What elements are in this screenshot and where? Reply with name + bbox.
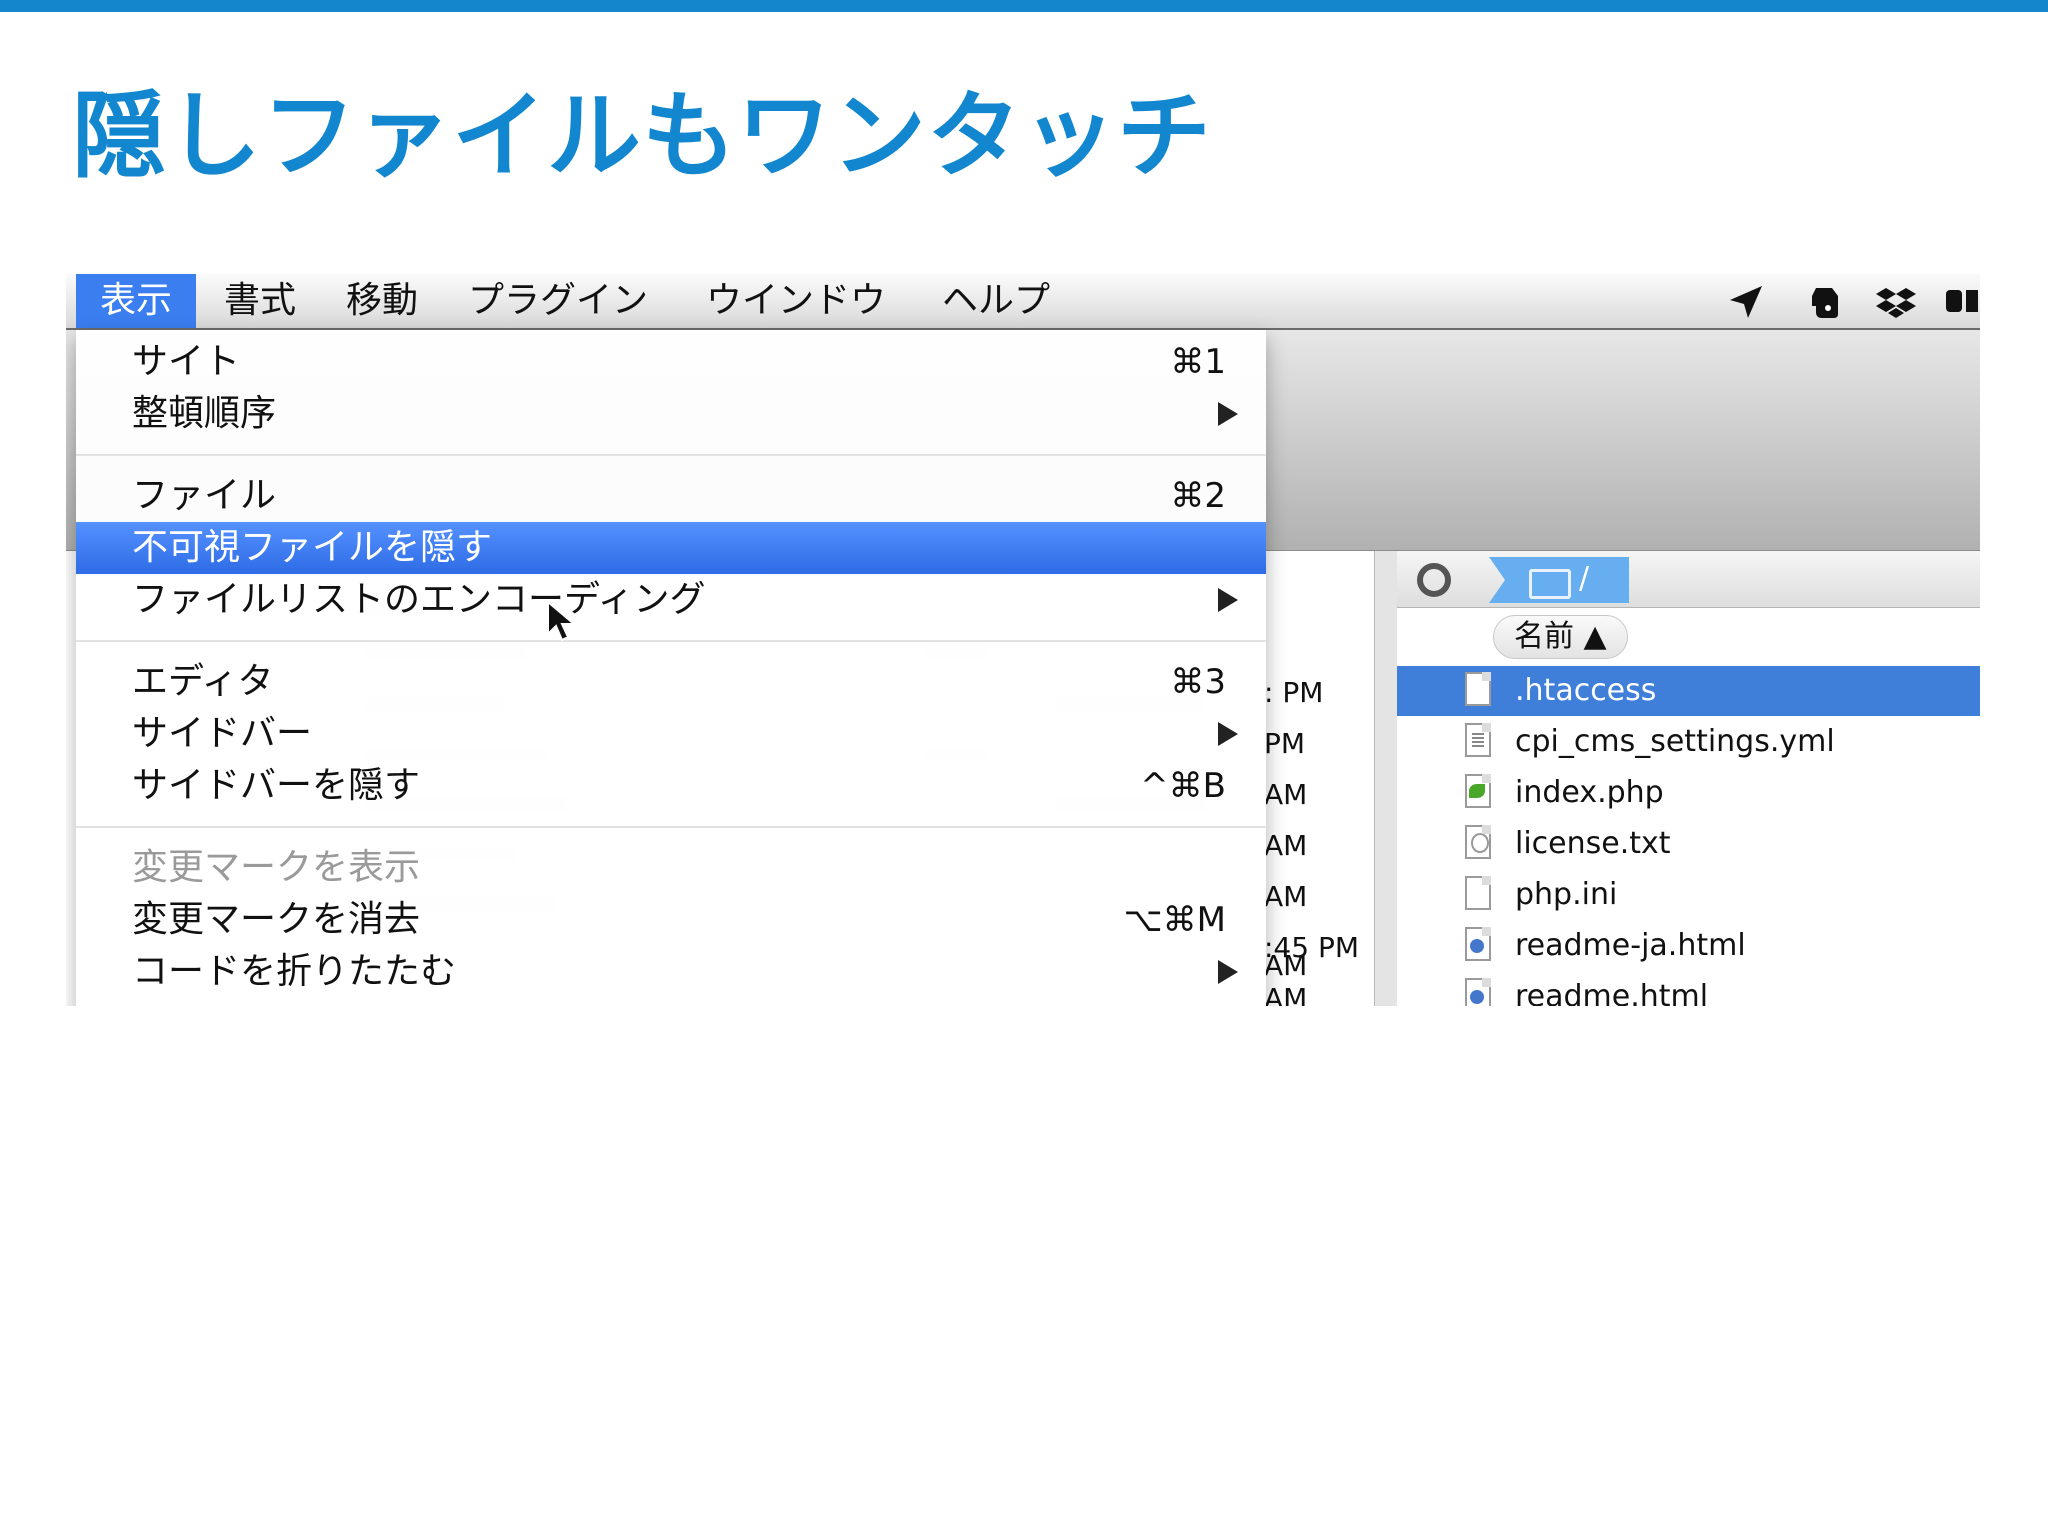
dropbox-icon[interactable] xyxy=(1876,282,1916,322)
file-name: index.php xyxy=(1515,775,1664,810)
right-file-pane: / 名前 ▲ .htaccess cpi_cms_settings.yml in… xyxy=(1397,551,1980,1006)
timestamp: AM xyxy=(1264,982,1308,1006)
generic-file-icon xyxy=(1465,876,1491,910)
pane-splitter[interactable] xyxy=(1374,551,1398,1006)
menu-item-site[interactable]: サイト ⌘1 xyxy=(76,336,1266,388)
menu-window[interactable]: ウインドウ xyxy=(682,274,910,328)
file-row[interactable]: license.txt xyxy=(1397,819,1980,869)
menu-separator xyxy=(76,640,1266,642)
menu-item-shortcut: ^⌘B xyxy=(1140,766,1226,806)
file-row[interactable]: .htaccess xyxy=(1397,666,1980,716)
menu-plugins[interactable]: プラグイン xyxy=(444,274,672,328)
menu-item-shortcut: ⌘3 xyxy=(1170,662,1226,702)
txt-file-icon xyxy=(1465,825,1491,859)
yml-file-icon xyxy=(1465,723,1491,757)
menubar: 表示 書式 移動 プラグイン ウインドウ ヘルプ xyxy=(66,274,1980,330)
name-column-header[interactable]: 名前 ▲ xyxy=(1493,615,1628,659)
slide-title: 隠しファイルもワンタッチ xyxy=(72,82,1213,191)
menu-go[interactable]: 移動 xyxy=(322,274,442,328)
menu-format[interactable]: 書式 xyxy=(200,274,320,328)
history-icon[interactable] xyxy=(1417,563,1451,597)
html-file-icon xyxy=(1465,927,1491,961)
timestamp: AM xyxy=(1264,880,1308,913)
location-arrow-icon[interactable] xyxy=(1726,282,1766,322)
menu-item-label: エディタ xyxy=(132,661,274,702)
file-name: readme-ja.html xyxy=(1515,928,1746,963)
menu-item-clear-change-marks[interactable]: 変更マークを消去 ⌥⌘M xyxy=(76,894,1266,946)
submenu-arrow-icon xyxy=(1218,402,1238,426)
menu-item-label: サイト xyxy=(132,341,241,382)
html-file-icon xyxy=(1465,978,1491,1006)
file-row[interactable]: cpi_cms_settings.yml xyxy=(1397,717,1980,767)
menu-item-label: サイドバーを隠す xyxy=(132,765,421,806)
menu-item-sort-order[interactable]: 整頓順序 xyxy=(76,388,1266,440)
submenu-arrow-icon xyxy=(1218,960,1238,984)
menu-item-label: 変更マークを表示 xyxy=(132,847,421,888)
menu-item-label: ファイルリストのエンコーディング xyxy=(132,579,706,620)
path-bar: / xyxy=(1397,551,1980,608)
menu-item-hide-sidebar[interactable]: サイドバーを隠す ^⌘B xyxy=(76,760,1266,812)
file-name: license.txt xyxy=(1515,826,1671,861)
menu-item-shortcut: ⌥⌘M xyxy=(1123,900,1226,940)
menu-separator xyxy=(76,454,1266,456)
menu-item-label: 変更マークを消去 xyxy=(132,899,421,940)
submenu-arrow-icon xyxy=(1218,722,1238,746)
menu-help[interactable]: ヘルプ xyxy=(918,274,1074,328)
file-row[interactable]: readme.html xyxy=(1397,972,1980,1006)
menu-item-label: 整頓順序 xyxy=(132,393,277,434)
slide-top-bar xyxy=(0,0,2048,12)
file-name: php.ini xyxy=(1515,877,1618,912)
menu-item-sidebar[interactable]: サイドバー xyxy=(76,708,1266,760)
mouse-cursor-icon xyxy=(547,600,577,642)
evernote-icon[interactable] xyxy=(1806,282,1846,322)
menu-item-label: サイドバー xyxy=(132,713,313,754)
menu-item-fold-code[interactable]: コードを折りたたむ xyxy=(76,946,1266,998)
extra-icon[interactable] xyxy=(1942,282,1980,322)
file-name: readme.html xyxy=(1515,979,1709,1006)
menu-item-label: ファイル xyxy=(132,475,277,516)
menu-item-label: コードを折りたたむ xyxy=(132,951,457,992)
menu-item-label: 不可視ファイルを隠す xyxy=(132,527,493,568)
folder-icon xyxy=(1529,569,1571,599)
php-file-icon xyxy=(1465,774,1491,808)
timestamp: PM xyxy=(1264,727,1306,760)
app-screenshot: AM : PM PM AM AM AM :45 PM AM / 名前 ▲ .ht… xyxy=(66,274,1980,1006)
menu-item-hide-invisible-files[interactable]: 不可視ファイルを隠す xyxy=(76,522,1266,574)
menu-item-file-list-encoding[interactable]: ファイルリストのエンコーディング xyxy=(76,574,1266,626)
timestamp: :45 PM xyxy=(1264,931,1360,964)
menu-separator xyxy=(76,826,1266,828)
menu-item-files[interactable]: ファイル ⌘2 xyxy=(76,470,1266,522)
path-crumb[interactable]: / xyxy=(1489,557,1629,603)
menu-item-editor[interactable]: エディタ ⌘3 xyxy=(76,656,1266,708)
file-row[interactable]: index.php xyxy=(1397,768,1980,818)
menu-item-shortcut: ⌘2 xyxy=(1170,476,1226,516)
file-name: .htaccess xyxy=(1515,673,1657,708)
menu-item-show-change-marks: 変更マークを表示 xyxy=(76,842,1266,894)
file-row[interactable]: readme-ja.html xyxy=(1397,921,1980,971)
file-name: cpi_cms_settings.yml xyxy=(1515,724,1835,759)
submenu-arrow-icon xyxy=(1218,588,1238,612)
timestamp: : PM xyxy=(1264,676,1324,709)
menu-view[interactable]: 表示 xyxy=(76,274,197,328)
timestamp: AM xyxy=(1264,829,1308,862)
view-menu-dropdown: サイト ⌘1 整頓順序 ファイル ⌘2 不可視ファイルを隠す ファイルリストのエ… xyxy=(76,330,1266,1006)
timestamp: AM xyxy=(1264,778,1308,811)
file-row[interactable]: php.ini xyxy=(1397,870,1980,920)
menu-item-shortcut: ⌘1 xyxy=(1170,342,1226,382)
path-text: / xyxy=(1579,561,1590,596)
generic-file-icon xyxy=(1465,672,1491,706)
